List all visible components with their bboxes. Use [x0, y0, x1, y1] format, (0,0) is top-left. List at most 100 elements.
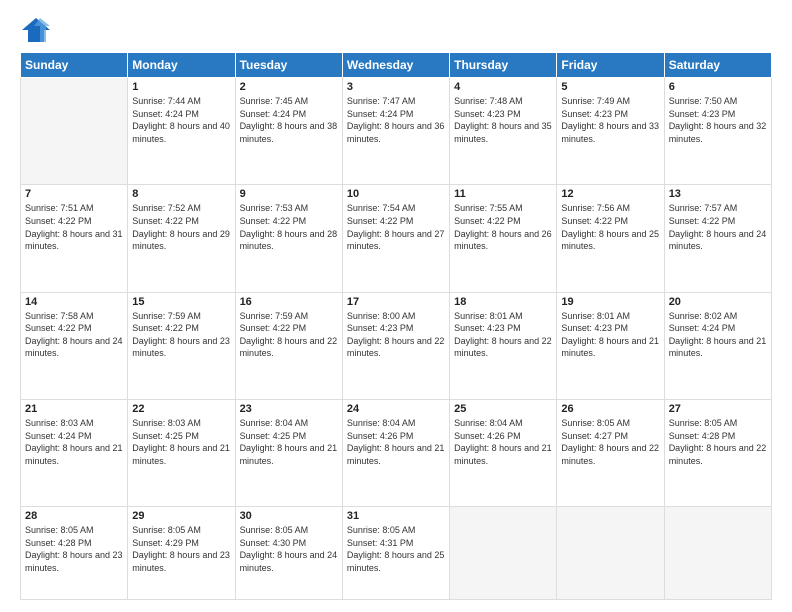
weekday-header-thursday: Thursday [450, 53, 557, 78]
day-info: Sunrise: 7:56 AMSunset: 4:22 PMDaylight:… [561, 202, 659, 252]
day-number: 31 [347, 510, 445, 522]
calendar-week-5: 28 Sunrise: 8:05 AMSunset: 4:28 PMDayligh… [21, 507, 772, 600]
day-info: Sunrise: 7:49 AMSunset: 4:23 PMDaylight:… [561, 95, 659, 145]
calendar-cell: 23 Sunrise: 8:04 AMSunset: 4:25 PMDayligh… [235, 399, 342, 506]
day-info: Sunrise: 8:00 AMSunset: 4:23 PMDaylight:… [347, 310, 445, 360]
day-info: Sunrise: 7:57 AMSunset: 4:22 PMDaylight:… [669, 202, 767, 252]
calendar-week-2: 7Sunrise: 7:51 AMSunset: 4:22 PMDaylight… [21, 185, 772, 292]
calendar-cell: 10 Sunrise: 7:54 AMSunset: 4:22 PMDayligh… [342, 185, 449, 292]
logo-icon [20, 16, 52, 44]
calendar-cell: 24 Sunrise: 8:04 AMSunset: 4:26 PMDayligh… [342, 399, 449, 506]
day-number: 4 [454, 81, 552, 93]
calendar-cell [664, 507, 771, 600]
day-info: Sunrise: 7:54 AMSunset: 4:22 PMDaylight:… [347, 202, 445, 252]
day-info: Sunrise: 7:50 AMSunset: 4:23 PMDaylight:… [669, 95, 767, 145]
calendar-cell: 5 Sunrise: 7:49 AMSunset: 4:23 PMDaylight… [557, 78, 664, 185]
calendar-cell: 3 Sunrise: 7:47 AMSunset: 4:24 PMDaylight… [342, 78, 449, 185]
day-info: Sunrise: 8:03 AMSunset: 4:24 PMDaylight:… [25, 417, 123, 467]
day-info: Sunrise: 8:02 AMSunset: 4:24 PMDaylight:… [669, 310, 767, 360]
calendar-cell: 28 Sunrise: 8:05 AMSunset: 4:28 PMDayligh… [21, 507, 128, 600]
day-number: 6 [669, 81, 767, 93]
calendar-cell: 25Sunrise: 8:04 AMSunset: 4:26 PMDayligh… [450, 399, 557, 506]
calendar-cell: 18 Sunrise: 8:01 AMSunset: 4:23 PMDayligh… [450, 292, 557, 399]
calendar-cell: 13 Sunrise: 7:57 AMSunset: 4:22 PMDayligh… [664, 185, 771, 292]
calendar-cell: 9 Sunrise: 7:53 AMSunset: 4:22 PMDaylight… [235, 185, 342, 292]
day-number: 29 [132, 510, 230, 522]
day-number: 30 [240, 510, 338, 522]
day-number: 1 [132, 81, 230, 93]
day-info: Sunrise: 7:47 AMSunset: 4:24 PMDaylight:… [347, 95, 445, 145]
day-info: Sunrise: 7:44 AMSunset: 4:24 PMDaylight:… [132, 95, 230, 145]
day-number: 5 [561, 81, 659, 93]
calendar-header-row: SundayMondayTuesdayWednesdayThursdayFrid… [21, 53, 772, 78]
day-number: 28 [25, 510, 123, 522]
calendar-cell: 6 Sunrise: 7:50 AMSunset: 4:23 PMDaylight… [664, 78, 771, 185]
calendar-cell: 12 Sunrise: 7:56 AMSunset: 4:22 PMDayligh… [557, 185, 664, 292]
day-number: 21 [25, 403, 123, 415]
day-info: Sunrise: 8:05 AMSunset: 4:28 PMDaylight:… [25, 524, 123, 574]
calendar-cell: 19Sunrise: 8:01 AMSunset: 4:23 PMDayligh… [557, 292, 664, 399]
day-info: Sunrise: 8:04 AMSunset: 4:26 PMDaylight:… [454, 417, 552, 467]
calendar-week-3: 14 Sunrise: 7:58 AMSunset: 4:22 PMDayligh… [21, 292, 772, 399]
calendar-cell: 27Sunrise: 8:05 AMSunset: 4:28 PMDayligh… [664, 399, 771, 506]
calendar-cell: 14 Sunrise: 7:58 AMSunset: 4:22 PMDayligh… [21, 292, 128, 399]
day-number: 22 [132, 403, 230, 415]
weekday-header-saturday: Saturday [664, 53, 771, 78]
weekday-header-friday: Friday [557, 53, 664, 78]
weekday-header-sunday: Sunday [21, 53, 128, 78]
day-info: Sunrise: 8:05 AMSunset: 4:31 PMDaylight:… [347, 524, 445, 574]
day-number: 8 [132, 188, 230, 200]
day-number: 3 [347, 81, 445, 93]
day-number: 17 [347, 296, 445, 308]
calendar-cell: 31 Sunrise: 8:05 AMSunset: 4:31 PMDayligh… [342, 507, 449, 600]
day-number: 15 [132, 296, 230, 308]
day-info: Sunrise: 7:48 AMSunset: 4:23 PMDaylight:… [454, 95, 552, 145]
day-info: Sunrise: 7:53 AMSunset: 4:22 PMDaylight:… [240, 202, 338, 252]
calendar-table: SundayMondayTuesdayWednesdayThursdayFrid… [20, 52, 772, 600]
day-number: 11 [454, 188, 552, 200]
calendar-cell: 16 Sunrise: 7:59 AMSunset: 4:22 PMDayligh… [235, 292, 342, 399]
day-info: Sunrise: 8:04 AMSunset: 4:25 PMDaylight:… [240, 417, 338, 467]
day-info: Sunrise: 8:05 AMSunset: 4:27 PMDaylight:… [561, 417, 659, 467]
day-number: 18 [454, 296, 552, 308]
weekday-header-tuesday: Tuesday [235, 53, 342, 78]
day-info: Sunrise: 8:05 AMSunset: 4:30 PMDaylight:… [240, 524, 338, 574]
calendar-cell: 8Sunrise: 7:52 AMSunset: 4:22 PMDaylight… [128, 185, 235, 292]
day-info: Sunrise: 8:05 AMSunset: 4:28 PMDaylight:… [669, 417, 767, 467]
calendar-cell [450, 507, 557, 600]
day-number: 7 [25, 188, 123, 200]
day-number: 16 [240, 296, 338, 308]
day-info: Sunrise: 8:01 AMSunset: 4:23 PMDaylight:… [454, 310, 552, 360]
calendar-cell: 17 Sunrise: 8:00 AMSunset: 4:23 PMDayligh… [342, 292, 449, 399]
day-number: 19 [561, 296, 659, 308]
calendar-cell: 30 Sunrise: 8:05 AMSunset: 4:30 PMDayligh… [235, 507, 342, 600]
calendar-cell: 11Sunrise: 7:55 AMSunset: 4:22 PMDayligh… [450, 185, 557, 292]
day-info: Sunrise: 7:45 AMSunset: 4:24 PMDaylight:… [240, 95, 338, 145]
calendar-cell: 29Sunrise: 8:05 AMSunset: 4:29 PMDayligh… [128, 507, 235, 600]
day-number: 14 [25, 296, 123, 308]
day-info: Sunrise: 8:04 AMSunset: 4:26 PMDaylight:… [347, 417, 445, 467]
weekday-header-monday: Monday [128, 53, 235, 78]
calendar-cell: 2 Sunrise: 7:45 AMSunset: 4:24 PMDaylight… [235, 78, 342, 185]
day-number: 26 [561, 403, 659, 415]
calendar-cell [21, 78, 128, 185]
page-header [20, 16, 772, 44]
day-number: 10 [347, 188, 445, 200]
day-info: Sunrise: 7:59 AMSunset: 4:22 PMDaylight:… [240, 310, 338, 360]
calendar-cell: 1 Sunrise: 7:44 AMSunset: 4:24 PMDaylight… [128, 78, 235, 185]
calendar-cell [557, 507, 664, 600]
calendar-cell: 22Sunrise: 8:03 AMSunset: 4:25 PMDayligh… [128, 399, 235, 506]
day-number: 12 [561, 188, 659, 200]
day-info: Sunrise: 7:58 AMSunset: 4:22 PMDaylight:… [25, 310, 123, 360]
calendar-week-1: 1 Sunrise: 7:44 AMSunset: 4:24 PMDaylight… [21, 78, 772, 185]
calendar-cell: 7Sunrise: 7:51 AMSunset: 4:22 PMDaylight… [21, 185, 128, 292]
day-number: 9 [240, 188, 338, 200]
calendar-cell: 21 Sunrise: 8:03 AMSunset: 4:24 PMDayligh… [21, 399, 128, 506]
day-number: 2 [240, 81, 338, 93]
day-number: 20 [669, 296, 767, 308]
calendar-week-4: 21 Sunrise: 8:03 AMSunset: 4:24 PMDayligh… [21, 399, 772, 506]
logo [20, 16, 56, 44]
day-number: 24 [347, 403, 445, 415]
day-number: 23 [240, 403, 338, 415]
day-number: 13 [669, 188, 767, 200]
